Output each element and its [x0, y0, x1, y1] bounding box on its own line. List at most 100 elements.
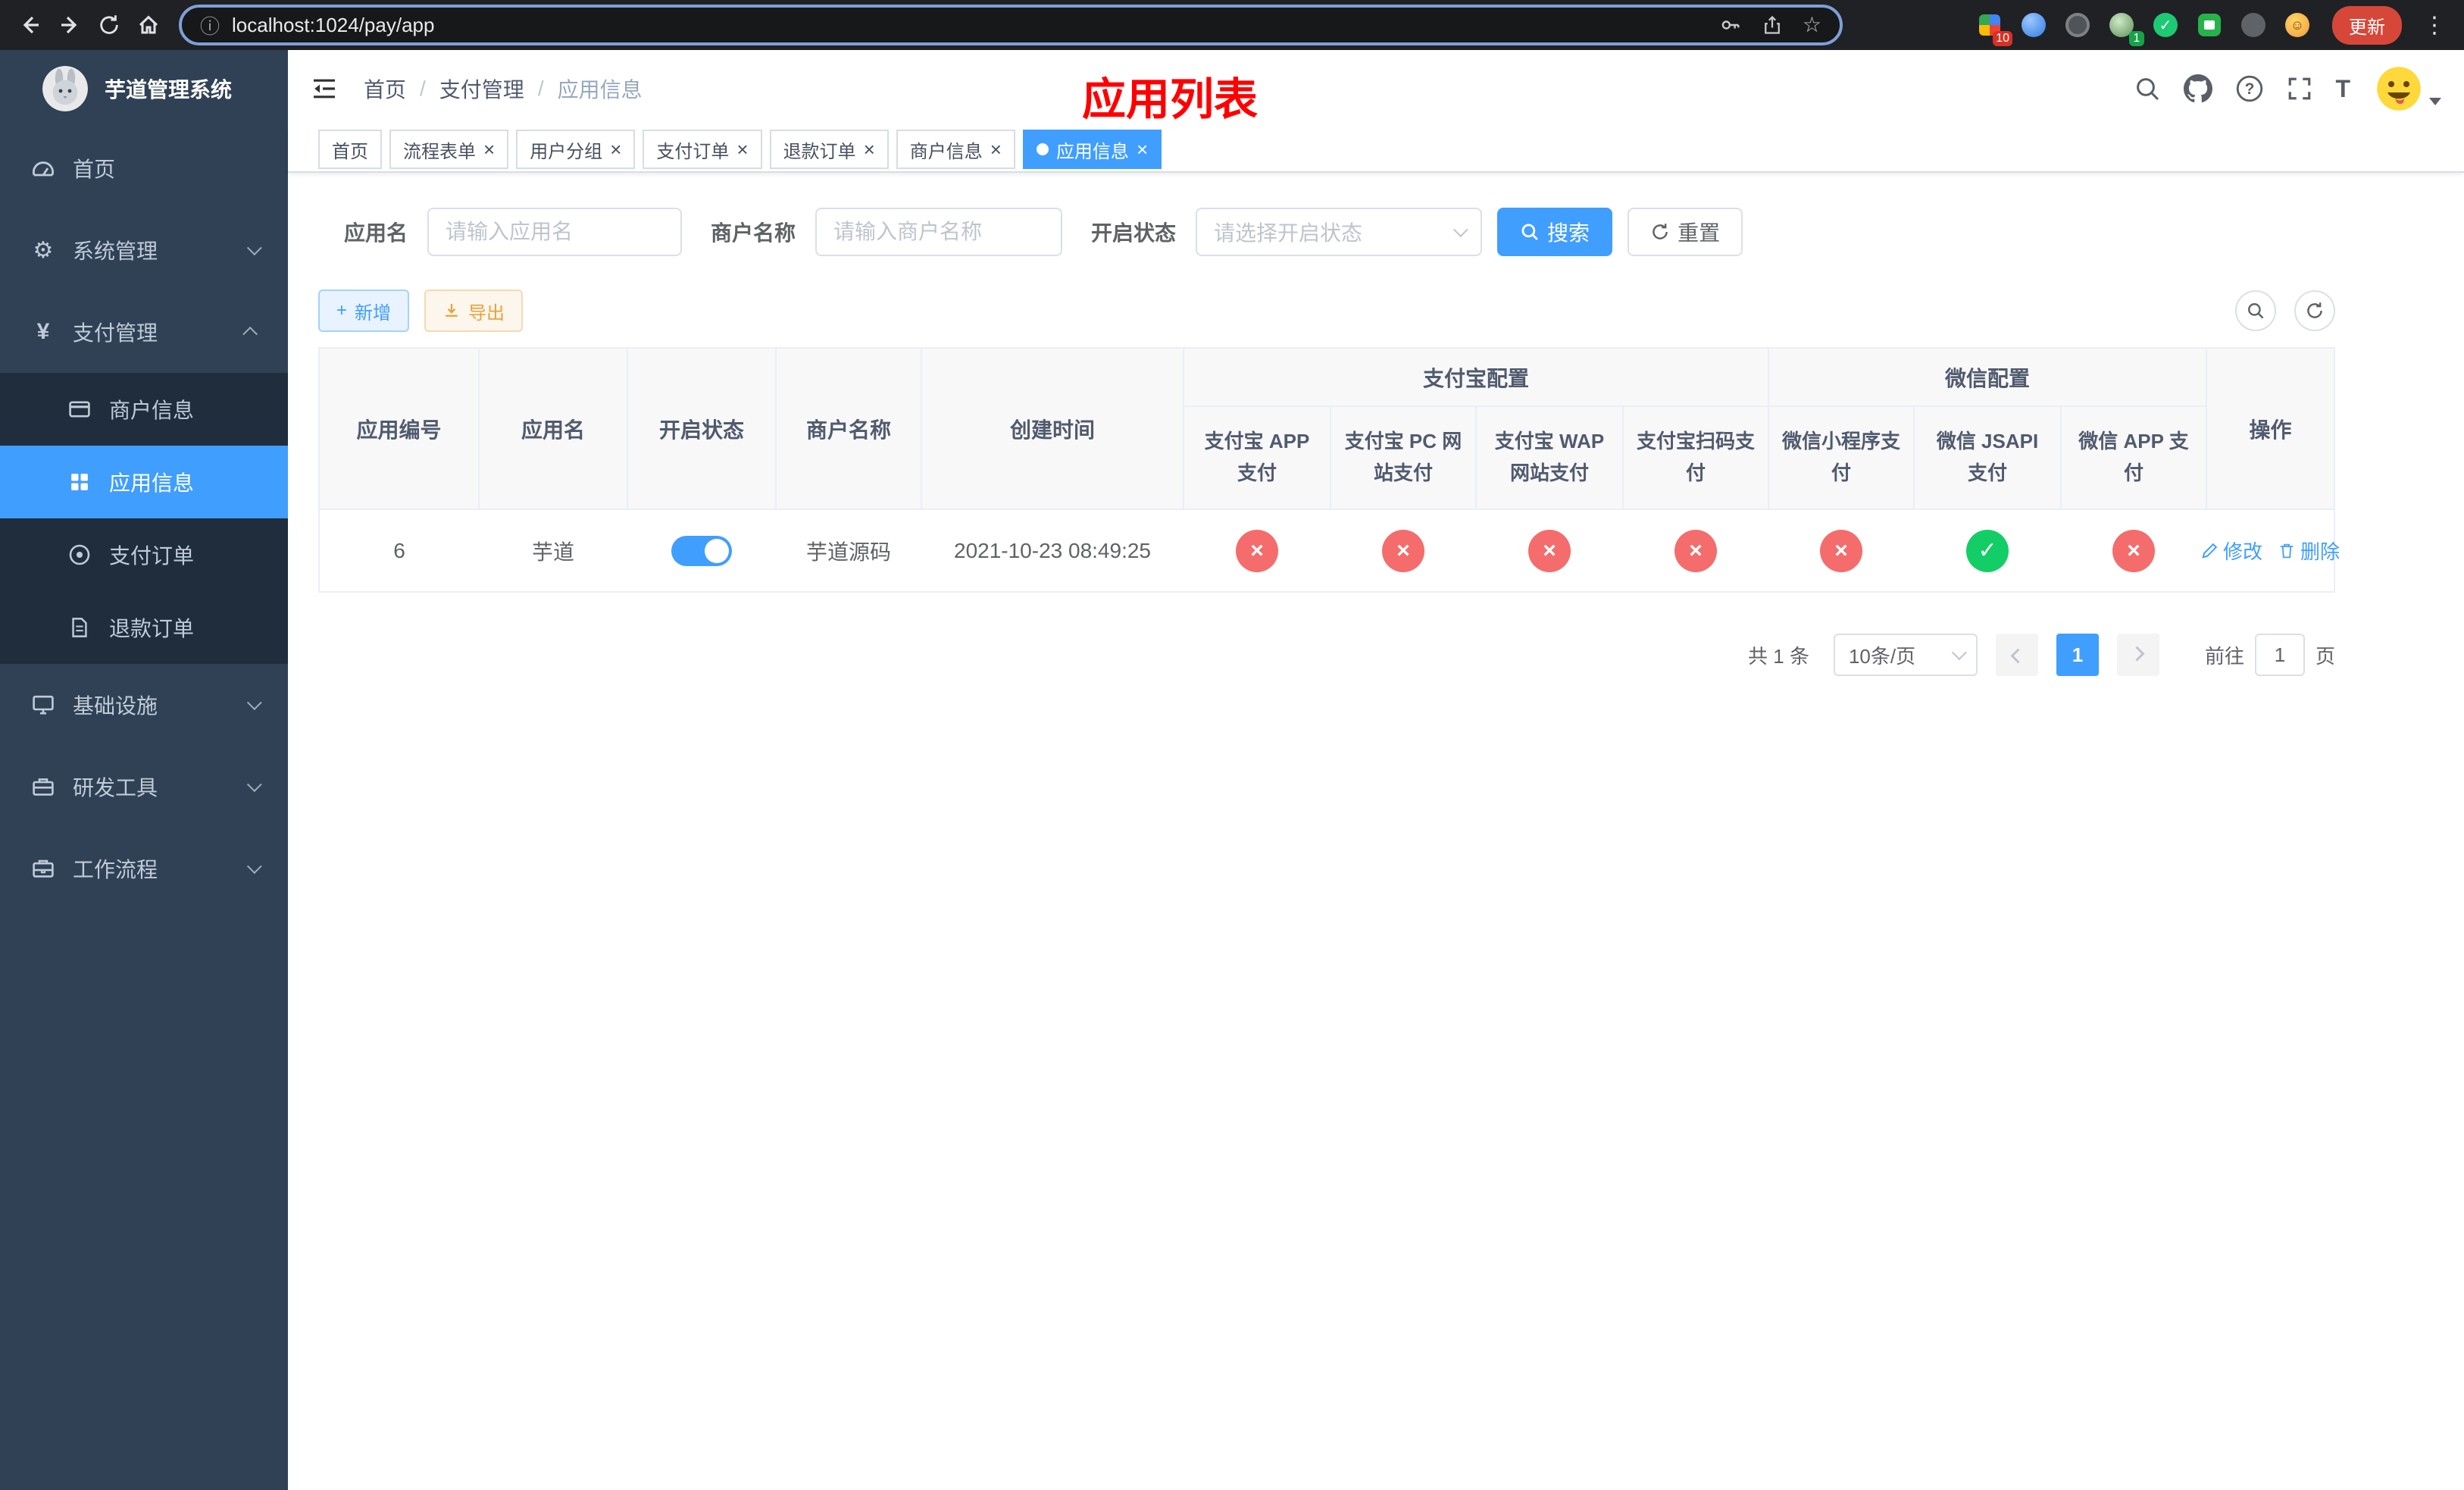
page-size-select[interactable]: 10条/页: [1833, 634, 1978, 676]
extension-icon-green-chat[interactable]: [2194, 10, 2225, 40]
extension-icon-avatar[interactable]: 1: [2106, 10, 2144, 46]
toggle-search-button[interactable]: [2235, 290, 2276, 331]
bookmark-star-icon[interactable]: ☆: [1803, 14, 1821, 36]
col-header-wechat-jsapi: 微信 JSAPI 支付: [1914, 406, 2062, 510]
status-label: 开启状态: [1091, 221, 1177, 245]
delete-link[interactable]: 删除: [2278, 537, 2340, 565]
tab-label: 退款订单: [783, 141, 856, 162]
sidebar-item-refund-orders[interactable]: 退款订单: [0, 591, 288, 664]
col-header-alipay-pc: 支付宝 PC 网站支付: [1330, 406, 1477, 510]
browser-address-bar[interactable]: ⓘ localhost:1024/pay/app ☆: [179, 5, 1843, 45]
col-header-alipay-wap: 支付宝 WAP 网站支付: [1476, 406, 1624, 510]
help-icon[interactable]: ?: [2235, 74, 2264, 103]
url-text[interactable]: localhost:1024/pay/app: [232, 14, 1707, 37]
add-button[interactable]: + 新增: [318, 290, 410, 332]
tab-home[interactable]: 首页: [318, 130, 382, 169]
chrome-update-button[interactable]: 更新: [2332, 5, 2402, 45]
dashboard-icon: [30, 155, 56, 181]
reset-button[interactable]: 重置: [1628, 208, 1743, 256]
col-header-wechat-mini: 微信小程序支付: [1768, 406, 1915, 510]
password-key-icon[interactable]: [1719, 14, 1742, 36]
search-icon[interactable]: [2134, 75, 2161, 102]
app-name-input[interactable]: [427, 208, 683, 256]
github-icon[interactable]: [2184, 74, 2213, 103]
close-icon[interactable]: ×: [864, 139, 875, 159]
app-name-label: 应用名: [344, 221, 408, 245]
refresh-table-button[interactable]: [2294, 290, 2335, 331]
close-icon[interactable]: ×: [610, 139, 621, 159]
order-circle-icon: [67, 542, 92, 568]
collapse-sidebar-icon[interactable]: [311, 77, 338, 101]
page-size-value: 10条/页: [1848, 644, 1916, 668]
browser-home-button[interactable]: [129, 5, 168, 45]
sidebar-item-app-info[interactable]: 应用信息: [0, 446, 288, 518]
col-header-status: 开启状态: [627, 349, 777, 510]
tab-app-info[interactable]: 应用信息 ×: [1022, 130, 1162, 169]
search-form: 应用名 商户名称 开启状态 请选择开启状态 搜索 重置: [318, 208, 2335, 256]
chevron-up-icon: [242, 326, 258, 342]
sidebar-item-workflow[interactable]: 工作流程: [0, 828, 288, 909]
yen-icon: ¥: [36, 319, 50, 344]
table-toolbar: + 新增 导出: [318, 290, 2335, 332]
close-icon[interactable]: ×: [1137, 139, 1148, 159]
sidebar-item-payment[interactable]: ¥ 支付管理: [0, 291, 288, 373]
share-icon[interactable]: [1762, 14, 1783, 36]
tab-label: 支付订单: [656, 141, 730, 162]
col-header-app-id: 应用编号: [320, 349, 480, 510]
extension-icon-orange-face[interactable]: ☺: [2282, 10, 2312, 40]
sidebar-item-infrastructure[interactable]: 基础设施: [0, 664, 288, 746]
cell-merchant-name: 芋道源码: [805, 540, 891, 564]
breadcrumb-payment[interactable]: 支付管理: [439, 74, 524, 104]
reset-button-label: 重置: [1678, 221, 1721, 245]
page-1-button[interactable]: 1: [2056, 634, 2099, 676]
extension-icon-gray[interactable]: [2238, 10, 2269, 40]
table-row: 6 芋道 芋道源码 2021-10-23 08:49:25 × × × × × …: [320, 509, 2340, 591]
merchant-name-label: 商户名称: [711, 221, 796, 245]
font-size-icon[interactable]: T: [2335, 75, 2350, 103]
col-header-created: 创建时间: [921, 349, 1184, 510]
tab-payment-orders[interactable]: 支付订单 ×: [643, 130, 762, 169]
sidebar-item-home[interactable]: 首页: [0, 127, 288, 209]
extension-icon-grid[interactable]: 10: [1975, 10, 2012, 46]
sidebar-item-label: 基础设施: [73, 694, 158, 718]
user-menu[interactable]: [2376, 66, 2441, 111]
browser-back-button[interactable]: [11, 5, 50, 45]
browser-menu-icon[interactable]: ⋮: [2423, 12, 2446, 39]
sidebar-item-system[interactable]: ⚙ 系统管理: [0, 209, 288, 291]
prev-page-button[interactable]: [1995, 634, 2038, 676]
extension-icon-dark-ring[interactable]: [2062, 10, 2093, 40]
extension-icon-blue[interactable]: [2018, 10, 2049, 40]
close-icon[interactable]: ×: [990, 139, 1002, 159]
browser-forward-button[interactable]: [50, 5, 89, 45]
extension-icon-green-check[interactable]: ✓: [2150, 10, 2181, 40]
chevron-down-icon: [1452, 222, 1468, 238]
browser-refresh-button[interactable]: [89, 5, 129, 45]
goto-page-input[interactable]: [2254, 634, 2305, 676]
sidebar-item-dev-tools[interactable]: 研发工具: [0, 746, 288, 828]
next-page-button[interactable]: [2116, 634, 2159, 676]
merchant-name-input[interactable]: [815, 208, 1063, 256]
site-info-icon[interactable]: ⓘ: [200, 11, 220, 39]
close-icon[interactable]: ×: [736, 139, 748, 159]
breadcrumb-home[interactable]: 首页: [364, 74, 406, 104]
search-button[interactable]: 搜索: [1497, 208, 1613, 256]
export-button[interactable]: 导出: [424, 290, 524, 332]
sidebar-item-merchant-info[interactable]: 商户信息: [0, 373, 288, 446]
tab-refund-orders[interactable]: 退款订单 ×: [769, 130, 889, 169]
fullscreen-icon[interactable]: [2287, 76, 2312, 102]
group-header-alipay: 支付宝配置: [1184, 349, 1770, 407]
edit-link[interactable]: 修改: [2200, 537, 2262, 565]
tab-merchant-info[interactable]: 商户信息 ×: [896, 130, 1015, 169]
sidebar-item-label: 支付订单: [109, 544, 195, 568]
status-toggle[interactable]: [671, 535, 732, 566]
tab-user-group[interactable]: 用户分组 ×: [516, 130, 636, 169]
sidebar-logo[interactable]: 芋道管理系统: [0, 50, 288, 127]
status-select[interactable]: 请选择开启状态: [1196, 208, 1483, 256]
sidebar-item-label: 退款订单: [109, 617, 195, 640]
sidebar-item-payment-orders[interactable]: 支付订单: [0, 518, 288, 591]
wechat-app-status-icon: [2112, 529, 2156, 572]
tab-process-form[interactable]: 流程表单 ×: [389, 130, 509, 169]
close-icon[interactable]: ×: [483, 139, 495, 159]
sidebar-item-label: 工作流程: [73, 858, 158, 881]
breadcrumb-app-info: 应用信息: [557, 78, 643, 102]
